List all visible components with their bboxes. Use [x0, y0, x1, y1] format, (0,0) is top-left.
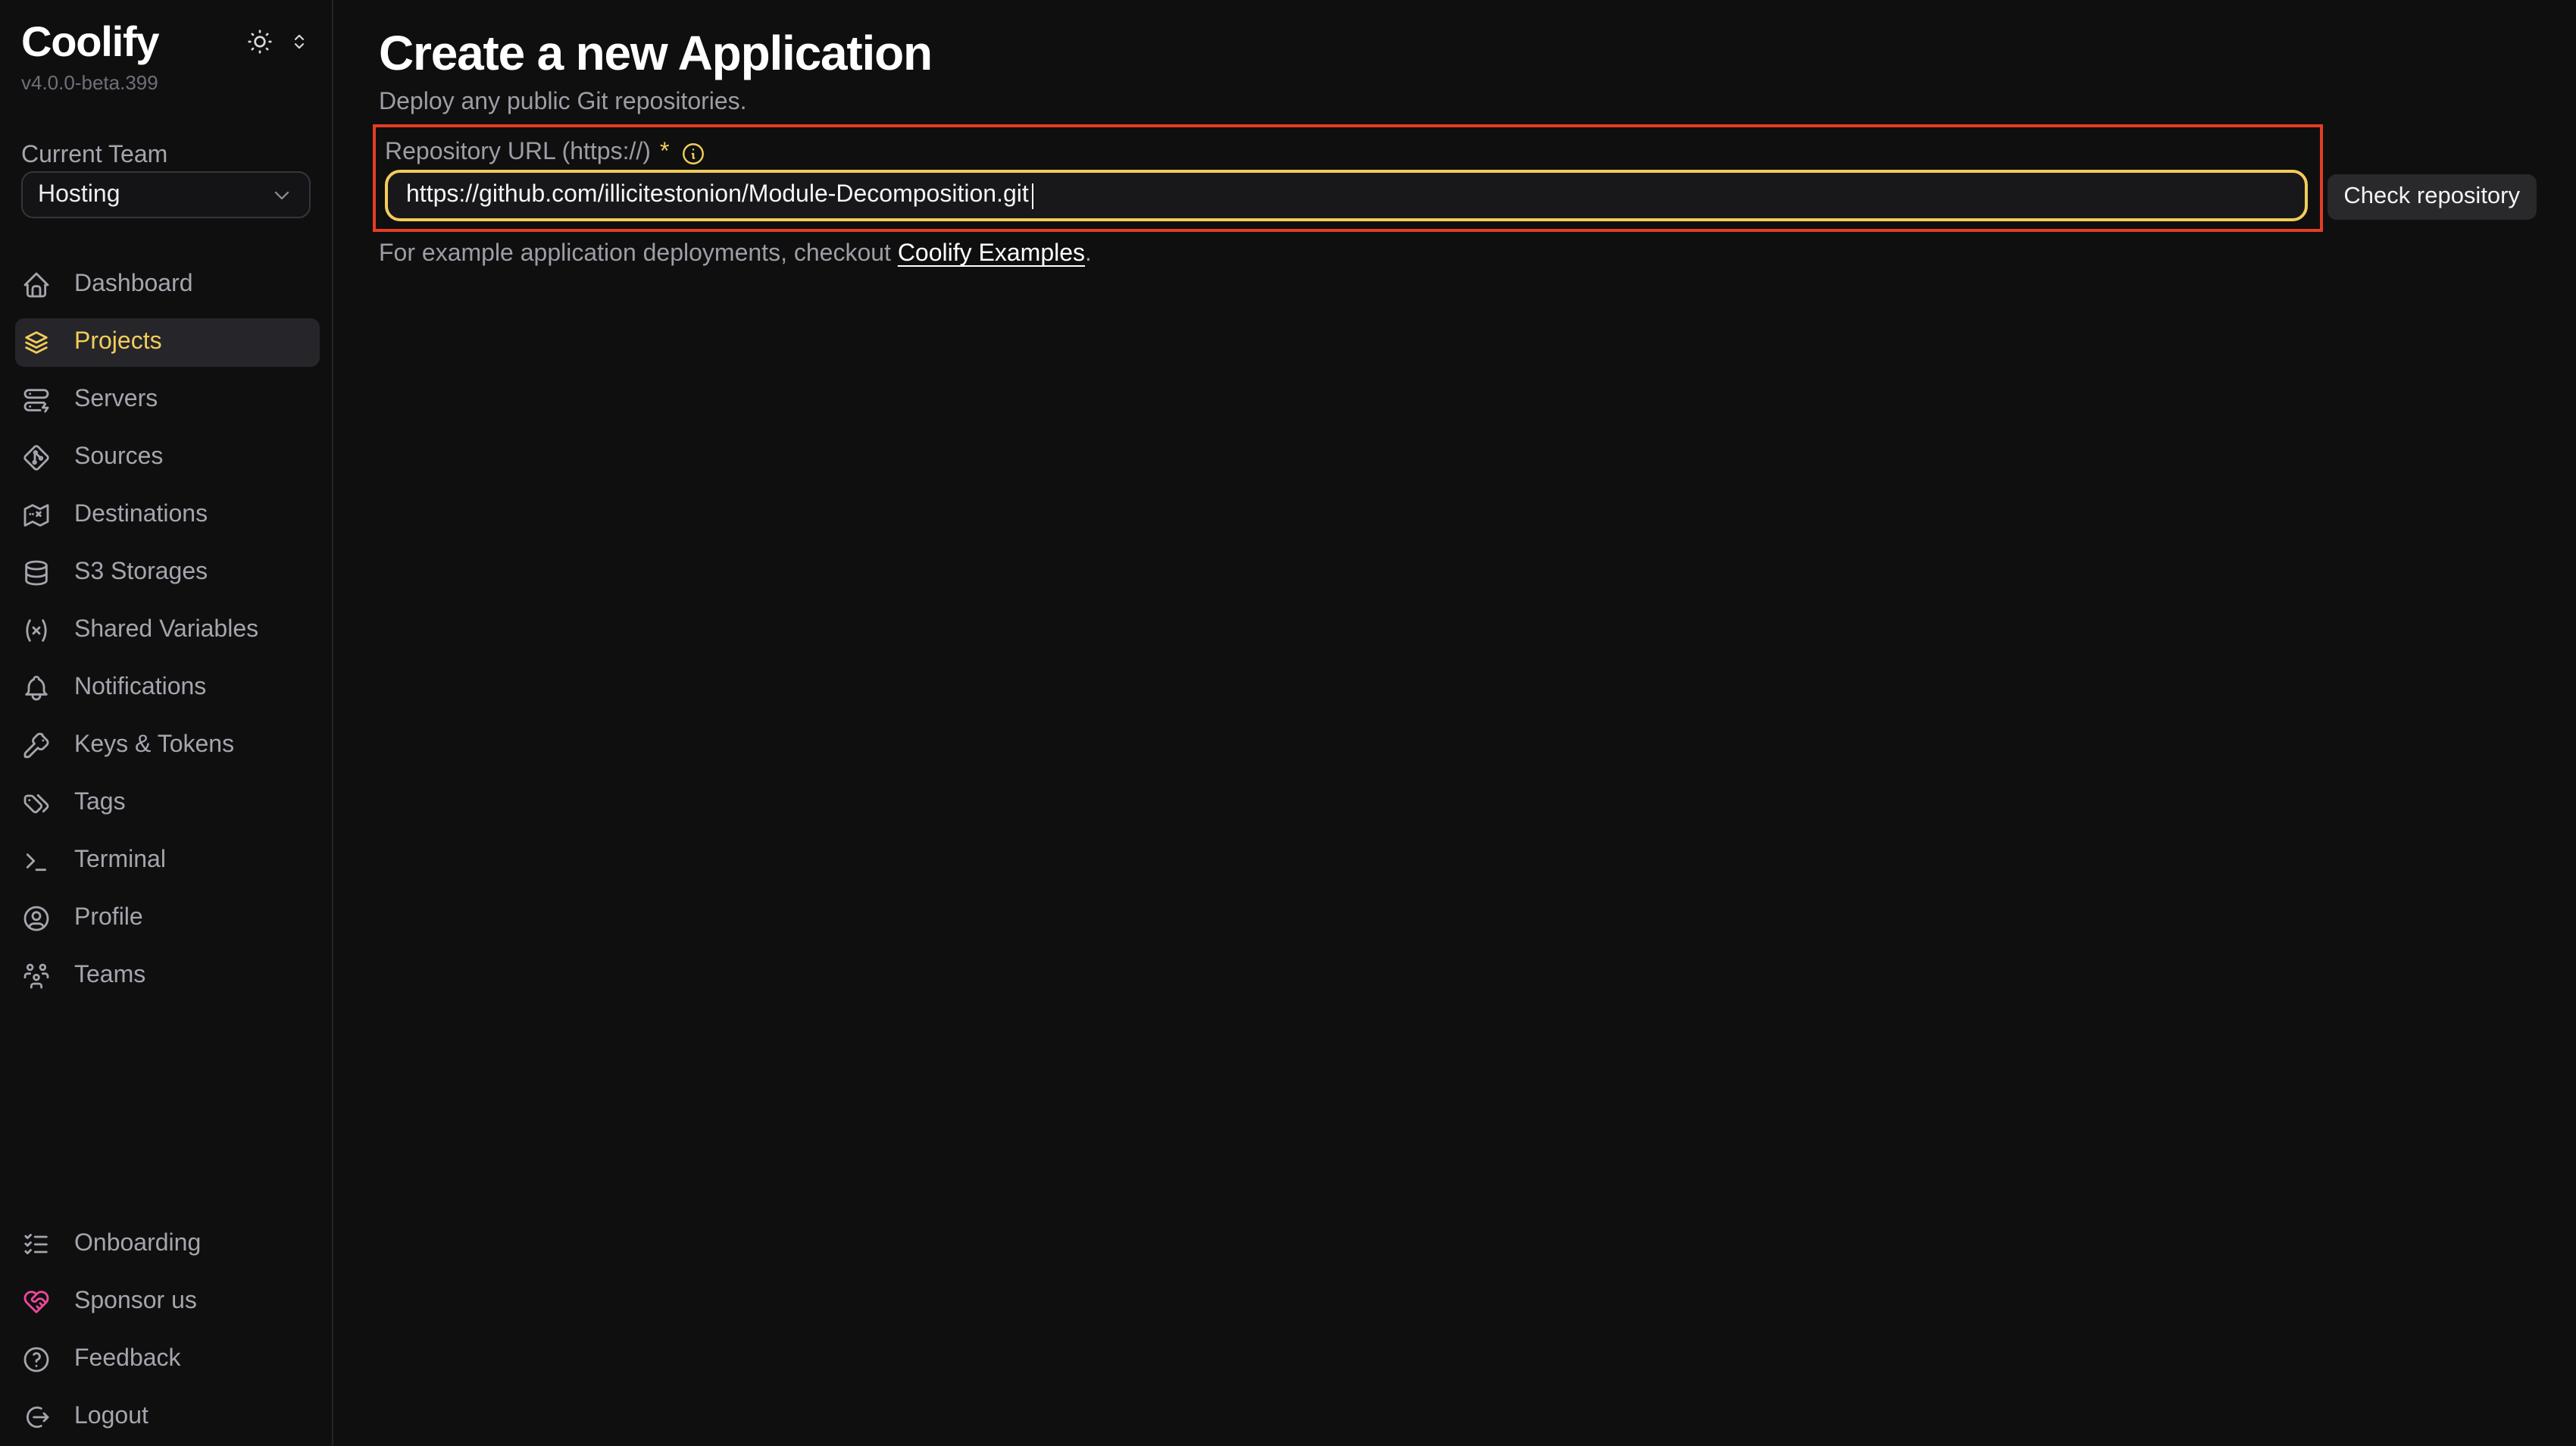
annotation-highlight-box: Repository URL (https://) * https://gith… — [373, 124, 2322, 232]
variable-icon — [21, 615, 52, 646]
sidebar-item-label: Sources — [74, 444, 163, 471]
sidebar-item-label: Dashboard — [74, 271, 193, 299]
sun-theme-toggle-icon[interactable] — [245, 27, 274, 56]
coolify-examples-link[interactable]: Coolify Examples — [898, 241, 1085, 267]
layers-icon — [21, 327, 52, 358]
page-title: Create a new Application — [379, 24, 2537, 82]
check-repository-button[interactable]: Check repository — [2327, 174, 2537, 220]
bell-icon — [21, 673, 52, 703]
brand-row: Coolify v4.0.0-beta.399 — [21, 18, 311, 94]
sidebar-item-shared-variables[interactable]: Shared Variables — [15, 606, 320, 655]
git-icon — [21, 443, 52, 473]
database-icon — [21, 558, 52, 588]
sidebar-item-label: S3 Storages — [74, 559, 208, 587]
main-content: Create a new Application Deploy any publ… — [333, 0, 2576, 1446]
heart-handshake-icon — [21, 1287, 52, 1317]
sidebar-collapse-selector-icon[interactable] — [288, 30, 311, 53]
sidebar-item-label: Terminal — [74, 847, 166, 875]
team-select-value: Hosting — [38, 181, 120, 208]
sidebar-item-tags[interactable]: Tags — [15, 779, 320, 828]
sidebar-item-dashboard[interactable]: Dashboard — [15, 261, 320, 309]
sidebar-item-projects[interactable]: Projects — [15, 318, 320, 367]
hint-suffix: . — [1085, 241, 1092, 267]
sidebar-item-sponsor-us[interactable]: Sponsor us — [15, 1278, 320, 1326]
repository-url-value: https://github.com/illicitestonion/Modul… — [406, 182, 1029, 209]
header-icons — [245, 27, 311, 94]
app-title: Coolify — [21, 18, 158, 67]
sidebar-footer-nav: Onboarding Sponsor us Feedback Logout — [15, 1220, 320, 1446]
sidebar-item-notifications[interactable]: Notifications — [15, 664, 320, 712]
repository-url-label-row: Repository URL (https://) * — [385, 139, 2307, 167]
sidebar-item-label: Onboarding — [74, 1231, 201, 1258]
sidebar-item-label: Feedback — [74, 1346, 181, 1373]
sidebar-item-label: Teams — [74, 962, 145, 990]
sidebar-item-label: Shared Variables — [74, 617, 258, 644]
user-circle-icon — [21, 903, 52, 934]
sidebar-item-feedback[interactable]: Feedback — [15, 1335, 320, 1384]
sidebar-item-sources[interactable]: Sources — [15, 433, 320, 482]
sidebar-item-keys-tokens[interactable]: Keys & Tokens — [15, 721, 320, 770]
sidebar-item-profile[interactable]: Profile — [15, 894, 320, 943]
sidebar-item-label: Servers — [74, 387, 158, 414]
sidebar-item-teams[interactable]: Teams — [15, 952, 320, 1000]
sidebar-item-label: Notifications — [74, 674, 206, 702]
page-subtitle: Deploy any public Git repositories. — [379, 88, 2537, 118]
tags-icon — [21, 788, 52, 818]
sidebar-item-servers[interactable]: Servers — [15, 376, 320, 424]
sidebar-item-label: Destinations — [74, 502, 208, 529]
examples-hint: For example application deployments, che… — [379, 239, 2537, 270]
app-version: v4.0.0-beta.399 — [21, 71, 158, 94]
repository-form-row: Repository URL (https://) * https://gith… — [373, 124, 2537, 232]
sidebar-item-onboarding[interactable]: Onboarding — [15, 1220, 320, 1269]
text-caret — [1032, 183, 1034, 208]
sidebar-item-label: Keys & Tokens — [74, 732, 234, 759]
sidebar-item-label: Projects — [74, 329, 162, 356]
chevron-down-icon — [270, 183, 294, 207]
repository-url-label: Repository URL (https://) — [385, 139, 651, 167]
current-team-label: Current Team — [21, 141, 311, 171]
sidebar-item-label: Tags — [74, 790, 126, 817]
sidebar-item-logout[interactable]: Logout — [15, 1393, 320, 1441]
sidebar-item-label: Profile — [74, 905, 143, 932]
app-viewport: Coolify v4.0.0-beta.399 Current Team Hos… — [0, 0, 2576, 1446]
help-circle-icon — [21, 1344, 52, 1375]
key-icon — [21, 731, 52, 761]
team-select[interactable]: Hosting — [21, 171, 311, 218]
users-group-icon — [21, 961, 52, 991]
map-x-icon — [21, 500, 52, 531]
home-icon — [21, 270, 52, 300]
sidebar-item-label: Sponsor us — [74, 1288, 197, 1316]
sidebar-item-label: Logout — [74, 1404, 148, 1431]
terminal-icon — [21, 846, 52, 876]
hint-prefix: For example application deployments, che… — [379, 241, 898, 267]
sidebar-item-s3-storages[interactable]: S3 Storages — [15, 549, 320, 597]
sidebar-item-destinations[interactable]: Destinations — [15, 491, 320, 540]
repository-url-input[interactable]: https://github.com/illicitestonion/Modul… — [385, 170, 2307, 221]
logout-icon — [21, 1402, 52, 1432]
checklist-icon — [21, 1229, 52, 1260]
sidebar-nav: Dashboard Projects Servers Sources Destinati… — [15, 261, 320, 1000]
server-icon — [21, 385, 52, 415]
sidebar: Coolify v4.0.0-beta.399 Current Team Hos… — [0, 0, 333, 1446]
brand-block: Coolify v4.0.0-beta.399 — [21, 18, 158, 94]
required-asterisk: * — [660, 139, 669, 167]
sidebar-item-terminal[interactable]: Terminal — [15, 837, 320, 885]
info-icon[interactable] — [680, 140, 705, 166]
